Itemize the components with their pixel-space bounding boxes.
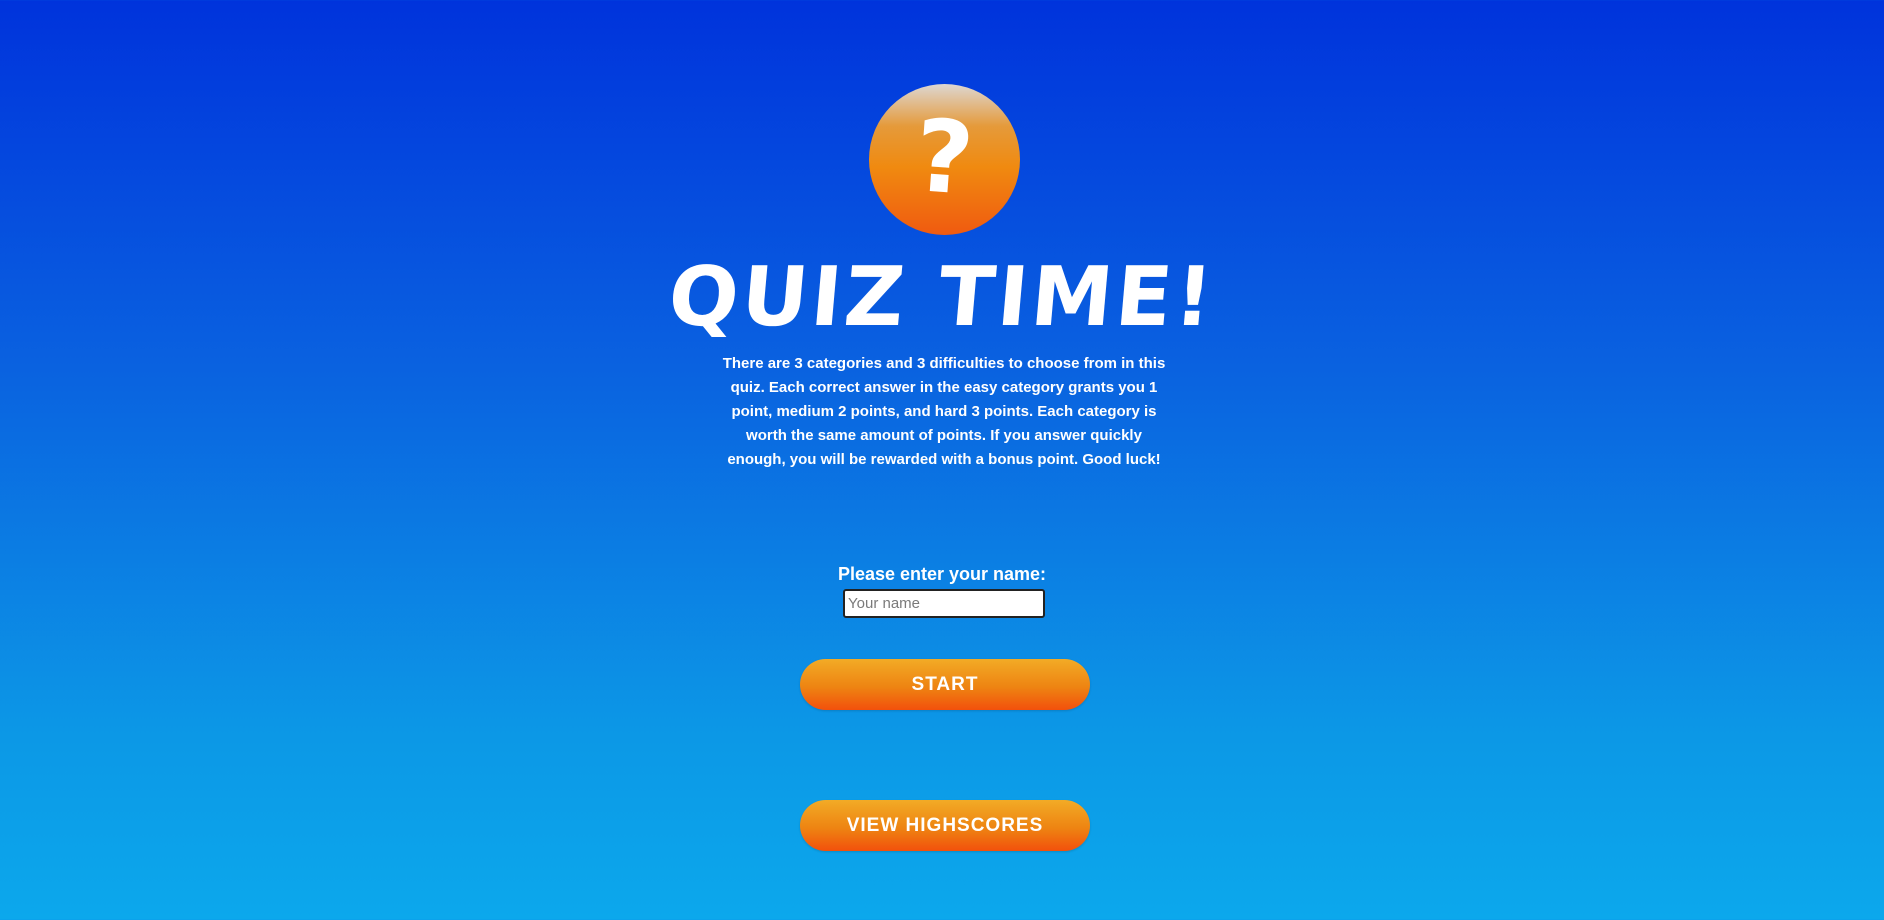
question-mark-icon: ?: [911, 96, 978, 218]
name-label: Please enter your name:: [837, 564, 1047, 584]
quiz-start-page: ? QUIZ TIME! There are 3 categories and …: [0, 0, 1884, 920]
quiz-logo: ?: [869, 84, 1020, 235]
quiz-instructions: There are 3 categories and 3 difficultie…: [722, 355, 1166, 468]
name-input[interactable]: [843, 589, 1045, 618]
view-highscores-button[interactable]: VIEW HIGHSCORES: [800, 800, 1090, 851]
page-title: QUIZ TIME!: [664, 250, 1220, 345]
start-button[interactable]: START: [800, 659, 1090, 710]
